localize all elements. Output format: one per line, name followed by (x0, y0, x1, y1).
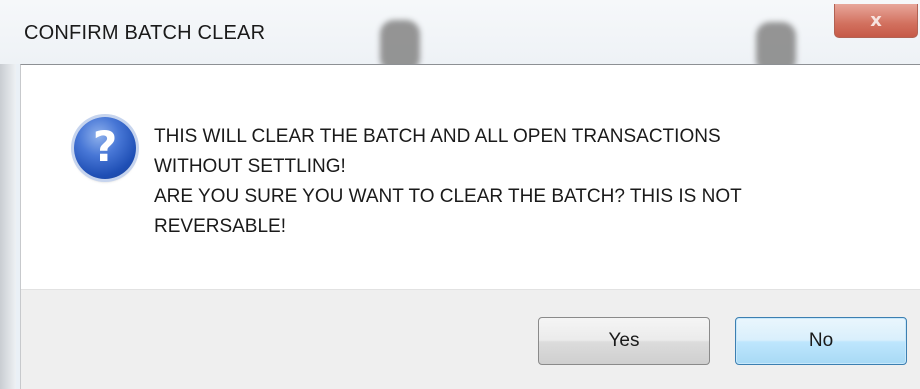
close-icon: x (870, 10, 882, 31)
message-line: ARE YOU SURE YOU WANT TO CLEAR THE BATCH… (154, 186, 742, 207)
button-bar: Yes No (21, 289, 920, 389)
message-line: THIS WILL CLEAR THE BATCH AND ALL OPEN T… (154, 126, 721, 147)
dialog-body: ? THIS WILL CLEAR THE BATCH AND ALL OPEN… (20, 64, 920, 389)
no-button[interactable]: No (735, 317, 907, 365)
message-area: ? THIS WILL CLEAR THE BATCH AND ALL OPEN… (21, 65, 920, 289)
window-title: CONFIRM BATCH CLEAR (24, 22, 266, 44)
message-text: THIS WILL CLEAR THE BATCH AND ALL OPEN T… (154, 122, 894, 242)
close-button[interactable]: x (834, 4, 918, 38)
yes-button[interactable]: Yes (538, 317, 710, 365)
title-bar[interactable]: CONFIRM BATCH CLEAR x (0, 0, 920, 74)
message-line: REVERSABLE! (154, 216, 286, 237)
message-line: WITHOUT SETTLING! (154, 156, 346, 177)
question-icon: ? (74, 117, 136, 179)
dialog-window: CONFIRM BATCH CLEAR x ? THIS WILL CLEAR … (0, 0, 920, 389)
